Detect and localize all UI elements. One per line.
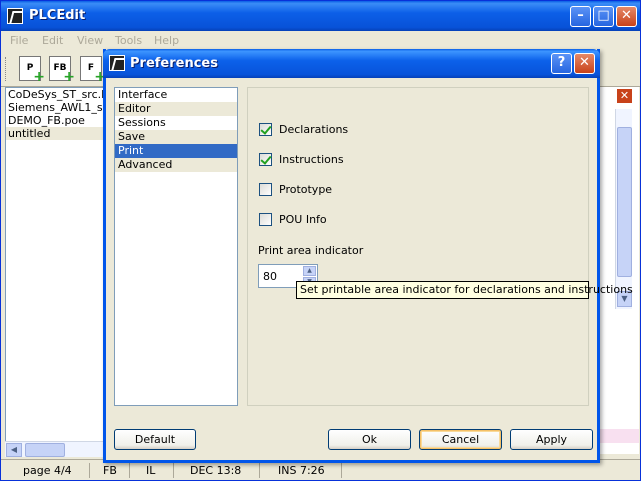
new-function-label: F bbox=[87, 63, 95, 73]
file-item-selected[interactable]: untitled bbox=[6, 127, 104, 140]
declarations-checkbox-box[interactable] bbox=[259, 123, 272, 136]
preferences-dialog: Preferences ? ✕ Interface Editor Session… bbox=[103, 49, 600, 463]
status-divider bbox=[341, 463, 342, 478]
main-title: PLCEdit bbox=[29, 8, 86, 23]
status-language: IL bbox=[146, 464, 156, 477]
close-editor-icon[interactable]: ✕ bbox=[616, 88, 633, 104]
plus-icon: + bbox=[33, 69, 45, 85]
dialog-close-button[interactable]: ✕ bbox=[574, 53, 595, 74]
category-interface[interactable]: Interface bbox=[115, 88, 237, 102]
hscroll-thumb[interactable] bbox=[25, 443, 65, 457]
menu-file[interactable]: File bbox=[10, 34, 28, 47]
category-advanced[interactable]: Advanced bbox=[115, 158, 237, 172]
menu-tools[interactable]: Tools bbox=[115, 34, 142, 47]
editor-vscroll[interactable]: ▼ bbox=[615, 109, 632, 309]
status-position: DEC 13:8 bbox=[190, 464, 242, 477]
menu-view[interactable]: View bbox=[77, 34, 103, 47]
status-divider bbox=[129, 463, 130, 478]
print-area-value[interactable]: 80 bbox=[263, 270, 277, 283]
ok-button[interactable]: Ok bbox=[328, 429, 411, 450]
pou-info-label: POU Info bbox=[279, 213, 327, 226]
print-settings-panel: Declarations Instructions Prototype POU … bbox=[247, 87, 589, 406]
category-editor[interactable]: Editor bbox=[115, 102, 237, 116]
print-area-tooltip: Set printable area indicator for declara… bbox=[296, 281, 633, 299]
prototype-checkbox-box[interactable] bbox=[259, 183, 272, 196]
file-item[interactable]: Siemens_AWL1_src bbox=[6, 101, 104, 114]
menubar: File Edit View Tools Help bbox=[1, 31, 640, 50]
default-button[interactable]: Default bbox=[114, 429, 196, 450]
close-button[interactable]: ✕ bbox=[616, 6, 637, 27]
file-list: CoDeSys_ST_src.EX Siemens_AWL1_src DEMO_… bbox=[5, 87, 105, 454]
main-titlebar[interactable]: PLCEdit – □ ✕ bbox=[1, 1, 640, 31]
new-program-button[interactable]: P + bbox=[19, 56, 45, 84]
status-mode: INS 7:26 bbox=[278, 464, 325, 477]
toolbar-grip-icon[interactable] bbox=[5, 57, 8, 81]
instructions-checkbox-box[interactable] bbox=[259, 153, 272, 166]
status-page: page 4/4 bbox=[23, 464, 72, 477]
category-list: Interface Editor Sessions Save Print Adv… bbox=[114, 87, 238, 406]
scroll-left-icon[interactable]: ◀ bbox=[6, 443, 22, 457]
editor-highlight bbox=[600, 429, 639, 443]
category-save[interactable]: Save bbox=[115, 130, 237, 144]
pou-info-checkbox-box[interactable] bbox=[259, 213, 272, 226]
category-print[interactable]: Print bbox=[115, 144, 237, 158]
new-function-block-button[interactable]: FB + bbox=[49, 56, 75, 84]
declarations-label: Declarations bbox=[279, 123, 349, 136]
menu-help[interactable]: Help bbox=[154, 34, 179, 47]
category-sessions[interactable]: Sessions bbox=[115, 116, 237, 130]
new-function-button[interactable]: F + bbox=[80, 56, 106, 84]
instructions-label: Instructions bbox=[279, 153, 344, 166]
status-divider bbox=[89, 463, 90, 478]
file-list-hscroll[interactable]: ◀ bbox=[5, 441, 105, 457]
dialog-titlebar[interactable]: Preferences ? ✕ bbox=[103, 49, 600, 78]
spin-up-icon[interactable]: ▲ bbox=[303, 266, 316, 276]
file-item[interactable]: DEMO_FB.poe bbox=[6, 114, 104, 127]
dialog-app-icon bbox=[109, 55, 125, 71]
status-pou-type: FB bbox=[103, 464, 117, 477]
print-area-label: Print area indicator bbox=[258, 244, 364, 257]
status-divider bbox=[173, 463, 174, 478]
plus-icon: + bbox=[63, 69, 75, 85]
prototype-label: Prototype bbox=[279, 183, 333, 196]
apply-button[interactable]: Apply bbox=[510, 429, 593, 450]
cancel-button[interactable]: Cancel bbox=[419, 429, 502, 450]
minimize-button[interactable]: – bbox=[570, 6, 591, 27]
app-icon bbox=[7, 8, 23, 24]
dialog-title: Preferences bbox=[130, 56, 218, 71]
dialog-body: Interface Editor Sessions Save Print Adv… bbox=[106, 78, 597, 460]
file-item[interactable]: CoDeSys_ST_src.EX bbox=[6, 88, 104, 101]
maximize-button[interactable]: □ bbox=[593, 6, 614, 27]
help-button[interactable]: ? bbox=[551, 53, 572, 74]
menu-edit[interactable]: Edit bbox=[42, 34, 63, 47]
vscroll-thumb[interactable] bbox=[617, 127, 632, 277]
status-divider bbox=[259, 463, 260, 478]
